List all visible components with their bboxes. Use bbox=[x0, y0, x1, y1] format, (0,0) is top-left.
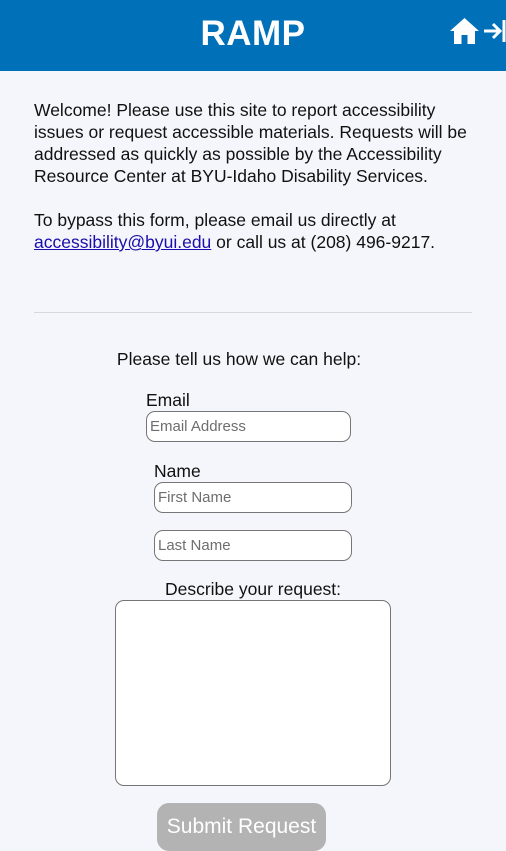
email-link[interactable]: accessibility@byui.edu bbox=[34, 232, 211, 252]
description-label: Describe your request: bbox=[164, 579, 342, 599]
exit-icon[interactable] bbox=[482, 17, 506, 45]
intro-text: Welcome! Please use this site to report … bbox=[34, 99, 474, 253]
section-divider bbox=[34, 312, 472, 313]
form-prompt: Please tell us how we can help: bbox=[116, 349, 362, 369]
app-header: RAMP bbox=[0, 0, 506, 71]
description-textarea[interactable] bbox=[115, 600, 391, 786]
email-label: Email bbox=[146, 390, 190, 410]
bypass-paragraph: To bypass this form, please email us dir… bbox=[34, 209, 474, 253]
last-name-field[interactable] bbox=[154, 530, 352, 561]
app-title: RAMP bbox=[200, 14, 306, 53]
submit-request-button[interactable]: Submit Request bbox=[157, 803, 326, 851]
first-name-field[interactable] bbox=[154, 482, 352, 513]
bypass-suffix: or call us at (208) 496-9217. bbox=[211, 232, 436, 252]
bypass-prefix: To bypass this form, please email us dir… bbox=[34, 210, 396, 230]
email-field[interactable] bbox=[146, 411, 351, 442]
welcome-paragraph: Welcome! Please use this site to report … bbox=[34, 100, 467, 186]
name-label: Name bbox=[154, 461, 201, 481]
home-icon[interactable] bbox=[449, 17, 480, 45]
